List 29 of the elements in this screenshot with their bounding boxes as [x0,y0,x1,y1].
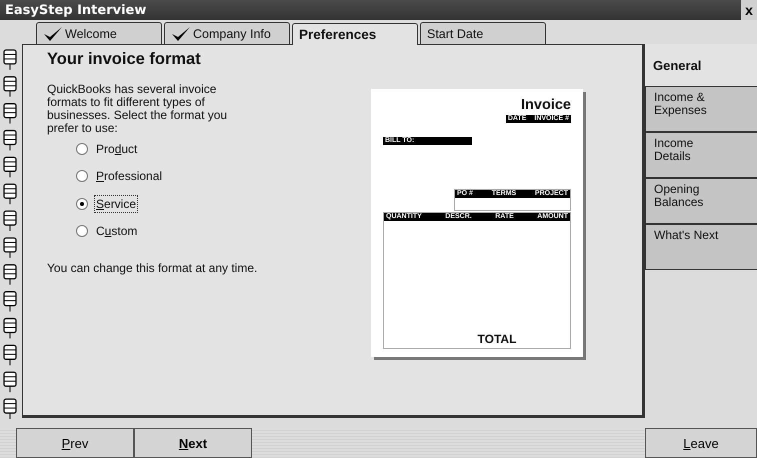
radio-button[interactable] [76,198,88,210]
section-tab[interactable]: What's Next [645,224,757,270]
tab[interactable]: Start Date [420,22,546,44]
nav-button[interactable]: Prev [16,428,134,458]
section-tab[interactable]: Opening Balances [645,178,757,224]
window-title: EasyStep Interview [5,2,146,18]
section-tab[interactable]: Income & Expenses [645,86,757,132]
check-icon [43,26,63,42]
intro-text: QuickBooks has several invoice formats to fit different types of businesses. Select the format you prefer to use: [47,83,228,135]
total-label: TOTAL [478,332,516,348]
radio-button[interactable] [76,170,88,182]
note-text: You can change this format at any time. [47,261,258,275]
radio-label[interactable]: Professional [94,167,164,186]
check-icon [171,26,191,42]
section-tab[interactable]: General [645,44,757,86]
leave-button[interactable]: Leave [645,428,757,458]
tab[interactable]: Company Info [164,22,290,44]
invoice-title: Invoice [521,97,571,113]
radio-label[interactable]: Product [94,140,140,158]
tab[interactable]: Preferences [292,23,418,45]
radio-label[interactable]: Service [94,194,138,213]
close-button[interactable]: x [741,0,757,20]
section-tab[interactable]: Income Details [645,132,757,178]
nav-button[interactable]: Next [134,428,252,458]
radio-label[interactable]: Custom [94,222,140,240]
tab[interactable]: Welcome [36,22,162,44]
radio-button[interactable] [76,225,88,238]
radio-button[interactable] [76,142,88,155]
page-heading: Your invoice format [47,50,202,69]
